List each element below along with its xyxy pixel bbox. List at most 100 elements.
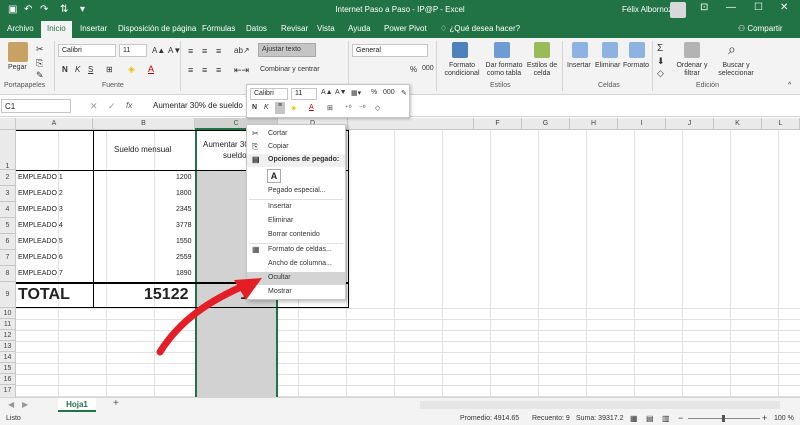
indent-icon[interactable]: ⇤⇥: [234, 65, 249, 76]
mini-format-painter-icon[interactable]: ✎: [401, 89, 407, 97]
tab-datos[interactable]: Datos: [246, 24, 267, 33]
column-header-e[interactable]: [348, 118, 474, 130]
select-all-corner[interactable]: [0, 118, 16, 130]
row-header-10[interactable]: 10: [0, 308, 16, 319]
orientation-icon[interactable]: ab↗: [234, 46, 250, 55]
spreadsheet-grid[interactable]: A B C D F G H I J K L 1 2 3 4 5 6 7 8 9 …: [0, 118, 800, 398]
mini-grow-font-icon[interactable]: A▲: [321, 89, 333, 96]
mini-italic-button[interactable]: K: [264, 104, 269, 111]
employee-salary[interactable]: 3778: [176, 222, 192, 229]
percent-button[interactable]: %: [410, 65, 417, 74]
menu-formato-celdas[interactable]: ▦ Formato de celdas...: [247, 244, 345, 257]
mini-bold-button[interactable]: N: [252, 104, 257, 111]
maximize-icon[interactable]: ☐: [754, 2, 763, 13]
find-icon[interactable]: ⌕: [728, 41, 736, 58]
align-bottom-icon[interactable]: ≡: [216, 46, 221, 56]
paste-option-button[interactable]: A: [267, 169, 281, 183]
cancel-icon[interactable]: ✕: [90, 101, 98, 112]
total-label[interactable]: TOTAL: [18, 286, 70, 304]
paste-button[interactable]: Pegar: [8, 64, 27, 71]
row-header-8[interactable]: 8: [0, 266, 16, 282]
row-header-11[interactable]: 11: [0, 319, 16, 330]
column-header-k[interactable]: K: [714, 118, 762, 130]
copy-icon[interactable]: ⎘: [36, 58, 43, 69]
zoom-in-icon[interactable]: +: [762, 413, 767, 423]
find-select-button[interactable]: Buscar y seleccionar: [712, 62, 760, 78]
add-sheet-button[interactable]: +: [113, 398, 119, 409]
column-header-b[interactable]: B: [93, 118, 195, 130]
column-header-a[interactable]: A: [16, 118, 93, 130]
thousands-button[interactable]: 000: [422, 65, 434, 72]
employee-salary[interactable]: 2559: [176, 254, 192, 261]
fx-icon[interactable]: fx: [126, 101, 132, 110]
row-header-16[interactable]: 16: [0, 374, 16, 385]
name-box[interactable]: C1: [1, 99, 71, 113]
normal-view-icon[interactable]: ▦: [630, 414, 638, 423]
grow-font-icon[interactable]: A▲: [152, 46, 165, 55]
row-header-2[interactable]: 2: [0, 170, 16, 186]
mini-percent-button[interactable]: %: [371, 89, 377, 96]
tell-me-search[interactable]: ♢ ¿Qué desea hacer?: [440, 24, 520, 33]
user-name[interactable]: Félix Albornoz: [622, 5, 672, 14]
tab-archivo[interactable]: Archivo: [7, 24, 34, 33]
align-left-icon[interactable]: ≡: [188, 65, 193, 75]
tab-formulas[interactable]: Fórmulas: [202, 24, 235, 33]
delete-cells-button[interactable]: Eliminar: [595, 62, 620, 69]
tab-inicio[interactable]: Inicio: [41, 21, 72, 38]
row-header-4[interactable]: 4: [0, 202, 16, 218]
cut-icon[interactable]: ✂: [36, 44, 44, 55]
autosum-icon[interactable]: Σ: [657, 43, 663, 54]
row-header-7[interactable]: 7: [0, 250, 16, 266]
column-header-l[interactable]: L: [762, 118, 800, 130]
italic-button[interactable]: K: [75, 65, 80, 74]
mini-number-format-icon[interactable]: ▦▾: [351, 89, 361, 97]
underline-button[interactable]: S: [88, 65, 93, 74]
employee-name[interactable]: EMPLEADO 1: [18, 174, 63, 181]
next-sheet-icon[interactable]: ▶: [22, 400, 28, 409]
format-painter-icon[interactable]: ✎: [36, 70, 44, 81]
column-header-h[interactable]: H: [570, 118, 618, 130]
tab-power-pivot[interactable]: Power Pivot: [384, 24, 427, 33]
employee-salary[interactable]: 1800: [176, 190, 192, 197]
font-color-icon[interactable]: A: [148, 64, 154, 74]
number-format-select[interactable]: General: [352, 44, 428, 57]
conditional-format-button[interactable]: Formato condicional: [440, 62, 484, 78]
avatar[interactable]: [670, 2, 686, 18]
column-header-f[interactable]: F: [474, 118, 522, 130]
insert-cells-icon[interactable]: [572, 42, 588, 58]
font-name-select[interactable]: Calibri: [58, 44, 116, 57]
clear-icon[interactable]: ◇: [657, 68, 664, 79]
borders-icon[interactable]: ⊞: [106, 65, 113, 74]
share-button[interactable]: ⚇ Compartir: [738, 24, 783, 33]
fill-icon[interactable]: ⬇: [657, 56, 665, 67]
tab-ayuda[interactable]: Ayuda: [348, 24, 371, 33]
minimize-icon[interactable]: —: [726, 2, 736, 13]
format-as-table-button[interactable]: Dar formato como tabla: [482, 62, 526, 78]
align-center-icon[interactable]: ≡: [202, 65, 207, 75]
insert-cells-button[interactable]: Insertar: [567, 62, 591, 69]
row-header-1[interactable]: 1: [0, 130, 16, 170]
row-header-15[interactable]: 15: [0, 363, 16, 374]
paste-icon[interactable]: [8, 42, 28, 62]
tab-disposicion[interactable]: Disposición de página: [118, 24, 196, 33]
row-header-9[interactable]: 9: [0, 282, 16, 308]
employee-name[interactable]: EMPLEADO 4: [18, 222, 63, 229]
confirm-icon[interactable]: ✓: [108, 101, 116, 112]
format-as-table-icon[interactable]: [494, 42, 510, 58]
delete-cells-icon[interactable]: [602, 42, 618, 58]
align-top-icon[interactable]: ≡: [188, 46, 193, 56]
column-header-j[interactable]: J: [666, 118, 714, 130]
zoom-level[interactable]: 100 %: [774, 415, 794, 422]
formula-input[interactable]: Aumentar 30% de sueldo: [150, 99, 248, 113]
row-header-12[interactable]: 12: [0, 330, 16, 341]
format-cells-icon[interactable]: [629, 42, 645, 58]
align-right-icon[interactable]: ≡: [216, 65, 221, 75]
prev-sheet-icon[interactable]: ◀: [8, 400, 14, 409]
tab-vista[interactable]: Vista: [317, 24, 335, 33]
font-size-select[interactable]: 11: [119, 44, 147, 57]
mini-borders-icon[interactable]: ⊞: [327, 104, 333, 112]
sort-filter-button[interactable]: Ordenar y filtrar: [674, 62, 710, 78]
mini-size-select[interactable]: 11: [291, 88, 317, 100]
bold-button[interactable]: N: [62, 65, 68, 74]
row-header-3[interactable]: 3: [0, 186, 16, 202]
